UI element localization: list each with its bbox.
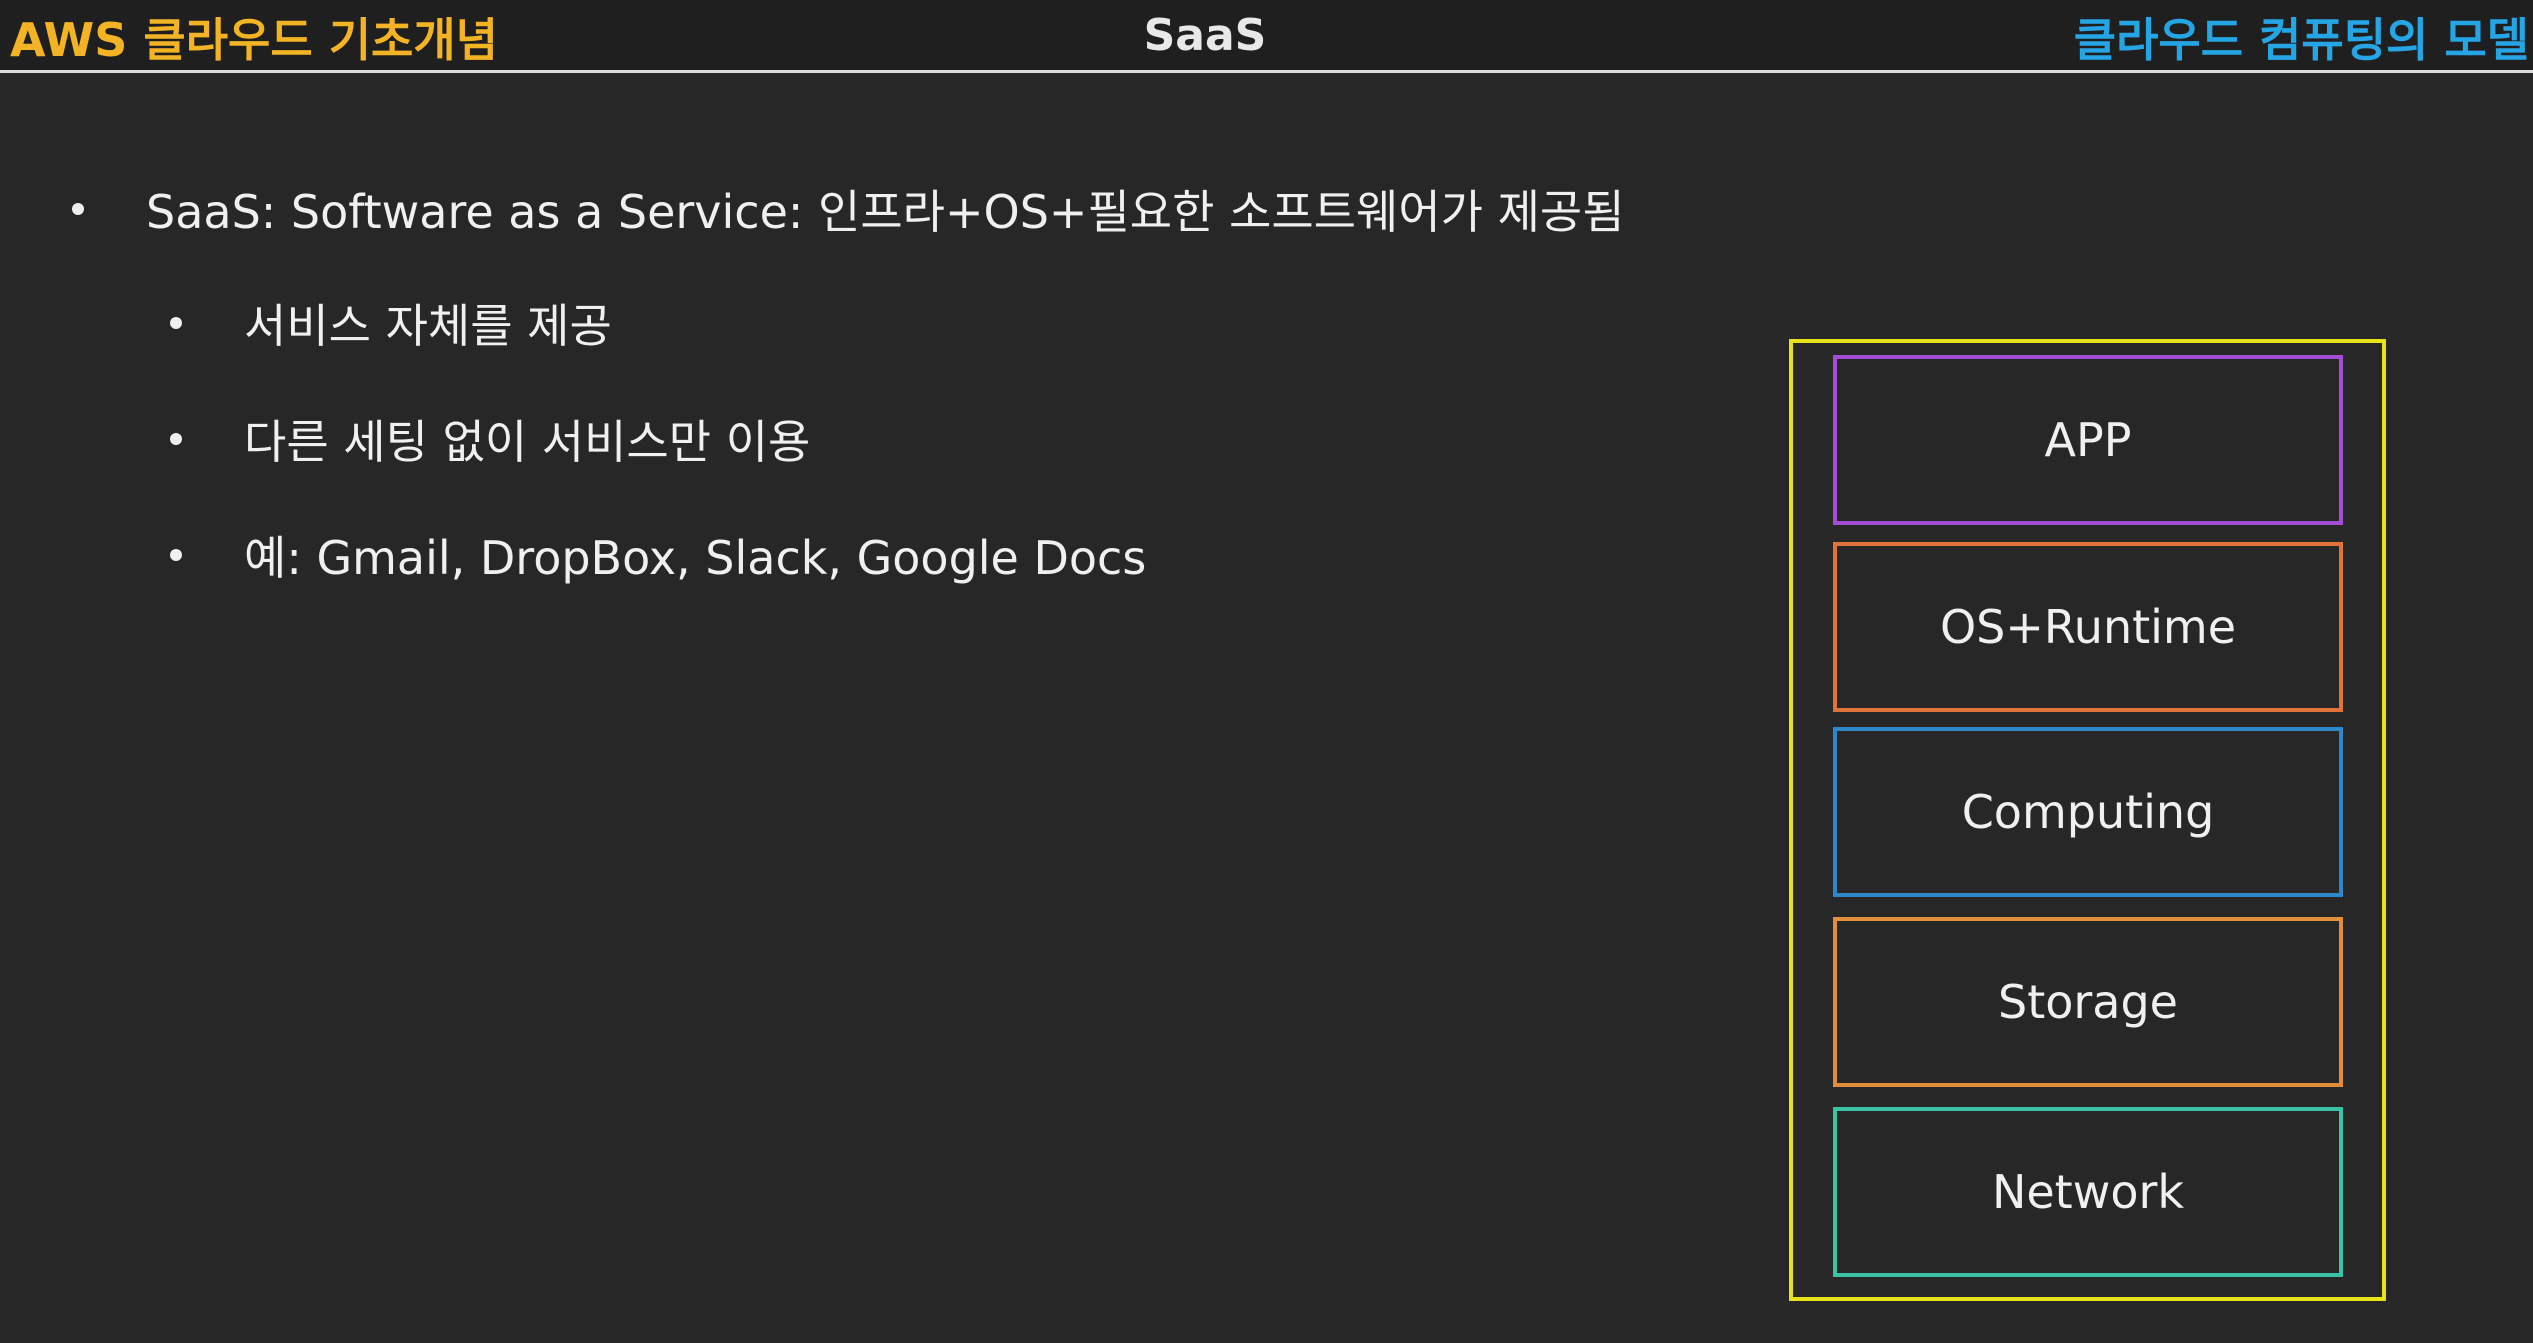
bullet-dot-icon: [170, 433, 182, 445]
layer-storage: Storage: [1833, 917, 2343, 1087]
layer-network: Network: [1833, 1107, 2343, 1277]
bullet-dot-icon: [72, 203, 84, 215]
layer-app: APP: [1833, 355, 2343, 525]
bullet-sub-1: 서비스 자체를 제공: [170, 290, 612, 356]
layer-computing: Computing: [1833, 727, 2343, 897]
bullet-sub-text: 예: Gmail, DropBox, Slack, Google Docs: [244, 531, 1147, 585]
section-title: 클라우드 컴퓨팅의 모델: [2073, 13, 2529, 67]
slide: AWS 클라우드 기초개념 SaaS 클라우드 컴퓨팅의 모델 SaaS: So…: [0, 0, 2533, 1343]
bullet-sub-2: 다른 세팅 없이 서비스만 이용: [170, 406, 810, 472]
bullet-dot-icon: [170, 317, 182, 329]
bullet-main-text: SaaS: Software as a Service: 인프라+OS+필요한 …: [146, 185, 1625, 239]
bullet-sub-text: 서비스 자체를 제공: [244, 299, 612, 353]
bullet-sub-3: 예: Gmail, DropBox, Slack, Google Docs: [170, 522, 1146, 588]
bullet-dot-icon: [170, 549, 182, 561]
bullet-main: SaaS: Software as a Service: 인프라+OS+필요한 …: [72, 176, 1625, 242]
layer-os-runtime: OS+Runtime: [1833, 542, 2343, 712]
slide-title: SaaS: [1143, 10, 1267, 61]
slide-header: AWS 클라우드 기초개념 SaaS 클라우드 컴퓨팅의 모델: [0, 0, 2533, 73]
bullet-sub-text: 다른 세팅 없이 서비스만 이용: [244, 415, 811, 469]
